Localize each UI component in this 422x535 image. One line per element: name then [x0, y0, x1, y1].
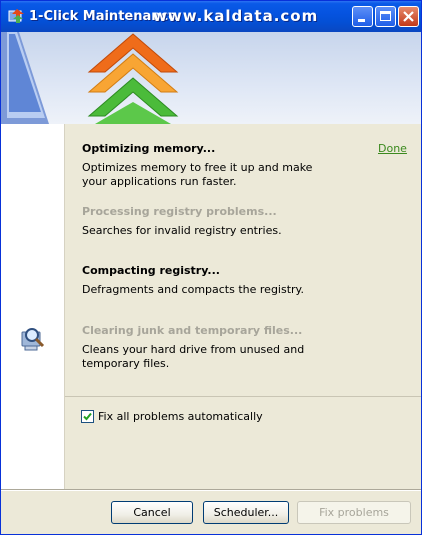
- left-sidebar: [1, 124, 65, 489]
- scheduler-button[interactable]: Scheduler...: [203, 501, 289, 524]
- maximize-icon: [380, 11, 391, 21]
- minimize-icon: [358, 19, 365, 22]
- fix-all-option[interactable]: Fix all problems automatically: [81, 410, 263, 423]
- task-title: Optimizing memory...: [82, 142, 216, 155]
- task-registry-problems: Processing registry problems... Searches…: [82, 205, 402, 238]
- fix-all-label: Fix all problems automatically: [98, 410, 263, 423]
- maximize-button[interactable]: [375, 6, 396, 27]
- magnifier-icon: [19, 324, 49, 357]
- checkmark-icon: [83, 412, 92, 421]
- fix-problems-button[interactable]: Fix problems: [297, 501, 411, 524]
- fix-all-checkbox[interactable]: [81, 410, 94, 423]
- button-divider: [1, 489, 421, 491]
- task-title: Clearing junk and temporary files...: [82, 324, 303, 337]
- header-banner: [1, 32, 421, 124]
- task-optimize-memory: Optimizing memory... Optimizes memory to…: [82, 142, 402, 189]
- task-description: Searches for invalid registry entries.: [82, 224, 282, 237]
- task-title: Processing registry problems...: [82, 205, 277, 218]
- watermark-text: www.kaldata.com: [153, 7, 319, 25]
- minimize-button[interactable]: [352, 6, 373, 27]
- close-button[interactable]: [398, 6, 419, 27]
- task-description: Cleans your hard drive from unused and t…: [82, 343, 305, 370]
- title-bar[interactable]: 1-Click Maintenance www.kaldata.com: [1, 1, 421, 32]
- app-icon[interactable]: [8, 8, 25, 25]
- task-description: Defragments and compacts the registry.: [82, 283, 304, 296]
- task-title: Compacting registry...: [82, 264, 220, 277]
- content-divider: [65, 396, 421, 397]
- task-description: Optimizes memory to free it up and make …: [82, 161, 313, 188]
- close-icon: [403, 11, 414, 22]
- task-list: Optimizing memory... Optimizes memory to…: [65, 124, 421, 396]
- task-clear-junk: Clearing junk and temporary files... Cle…: [82, 324, 402, 371]
- done-link[interactable]: Done: [378, 142, 407, 155]
- monitor-arrows-graphic: [1, 32, 179, 124]
- cancel-button[interactable]: Cancel: [111, 501, 193, 524]
- maintenance-window: 1-Click Maintenance www.kaldata.com Opti…: [0, 0, 422, 535]
- task-compact-registry: Compacting registry... Defragments and c…: [82, 264, 402, 297]
